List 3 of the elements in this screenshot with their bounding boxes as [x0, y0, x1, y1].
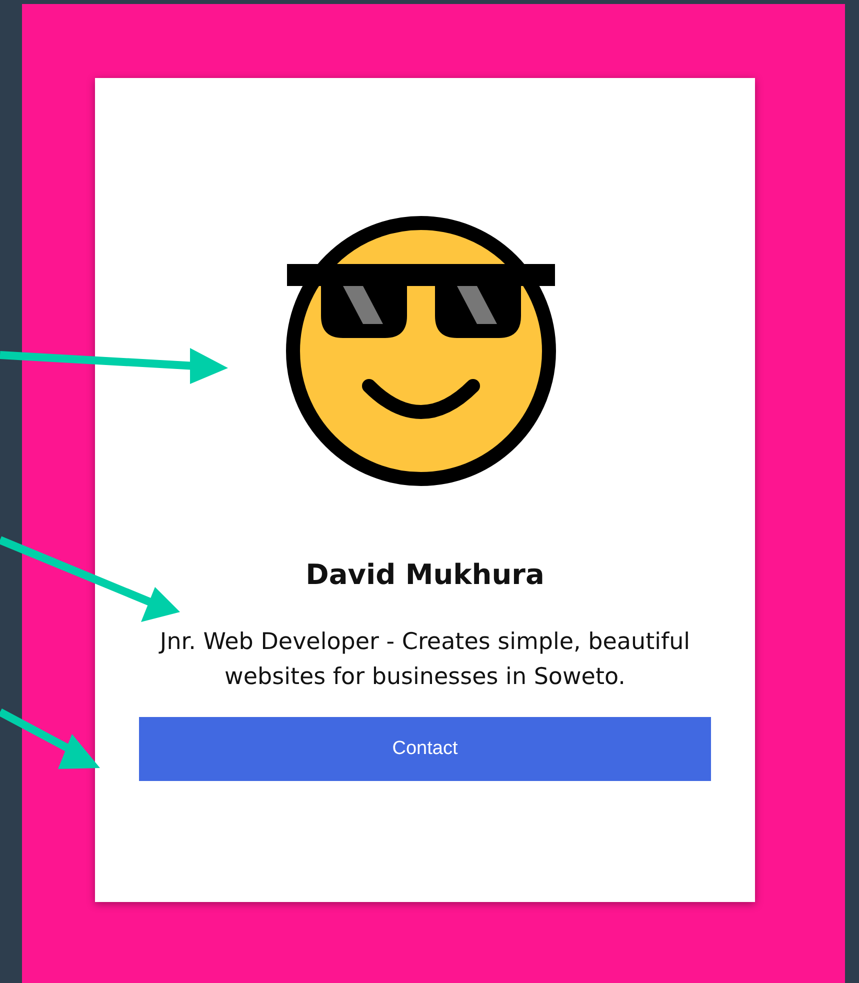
contact-button[interactable]: Contact — [139, 717, 711, 781]
profile-name: David Mukhura — [306, 558, 544, 591]
profile-description: Jnr. Web Developer - Creates simple, beautiful websites for businesses in Soweto. — [158, 628, 692, 692]
